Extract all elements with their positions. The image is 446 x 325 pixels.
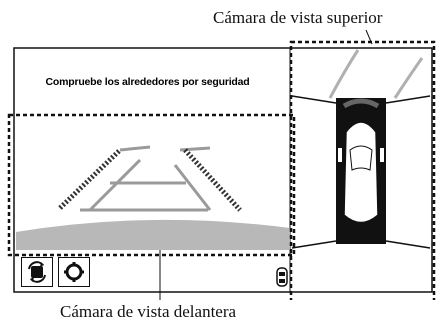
car-mirror-left (338, 148, 342, 162)
top-guide-right (393, 57, 424, 99)
top-view-corner-line (385, 240, 431, 249)
gear-icon (64, 262, 84, 282)
top-guide-left (328, 49, 360, 99)
top-view-corner-line (385, 95, 431, 104)
front-view-camera-callout: Cámara de vista delantera (60, 302, 237, 321)
settings-button[interactable] (58, 257, 90, 287)
car-sensor-icon (276, 267, 288, 287)
camera-switch-button[interactable] (21, 257, 53, 287)
camera-switch-icon (28, 261, 46, 283)
display-screen (7, 29, 436, 300)
guide-left-outer (58, 148, 122, 210)
car-top-view (343, 121, 379, 224)
car-mirror-right (380, 148, 384, 162)
top-camera-view (291, 49, 431, 249)
front-camera-view (16, 145, 290, 250)
guide-top-left (119, 145, 151, 152)
ground-shade (16, 219, 290, 250)
guide-top-right (179, 146, 211, 152)
top-view-corner-line (291, 240, 337, 249)
guide-right-outer (183, 148, 242, 212)
guide-left-inner (88, 158, 142, 212)
safety-message: Compruebe los alrededores por seguridad (45, 76, 250, 88)
